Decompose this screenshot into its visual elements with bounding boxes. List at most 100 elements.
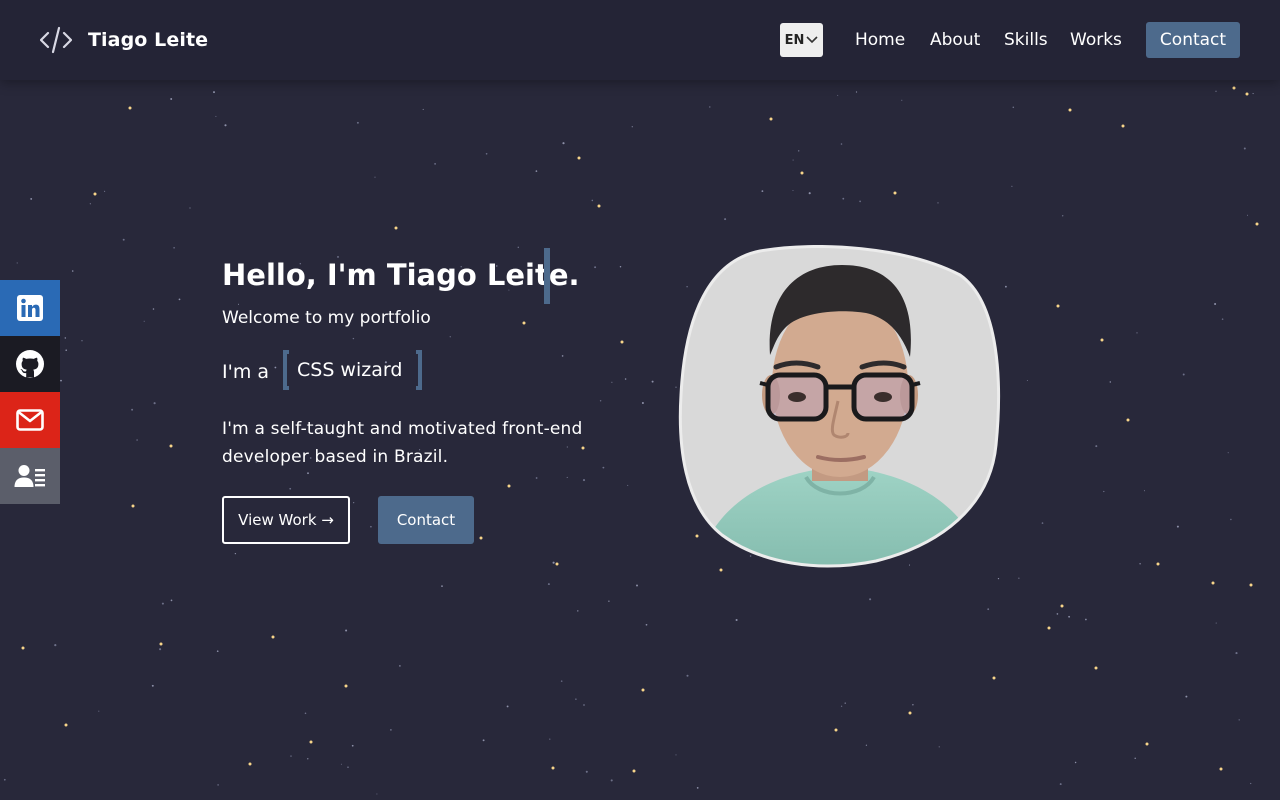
dim-star [1136, 332, 1138, 334]
view-work-button[interactable]: View Work → [222, 496, 350, 544]
dim-star [370, 525, 372, 528]
dim-star [566, 476, 568, 478]
dim-star [289, 487, 292, 490]
dim-star [60, 379, 62, 382]
dim-star [938, 746, 940, 748]
dim-star [1215, 622, 1217, 624]
dim-star [1250, 782, 1252, 785]
linkedin-icon [17, 295, 43, 321]
star [248, 762, 252, 766]
mail-icon [16, 409, 44, 431]
star [1060, 604, 1064, 608]
star [577, 156, 581, 160]
dim-star [619, 265, 622, 268]
dim-star [217, 784, 219, 786]
star [522, 321, 526, 325]
dim-star [535, 170, 538, 172]
star [1145, 742, 1149, 746]
hero-role-prefix: I'm a [222, 361, 270, 383]
email-link[interactable] [0, 392, 60, 448]
dim-star [808, 192, 811, 195]
dim-star [1230, 518, 1232, 521]
hero-contact-button[interactable]: Contact [378, 496, 474, 544]
nav-skills-link[interactable]: Skills [1004, 28, 1048, 52]
dim-star [641, 401, 644, 405]
dim-star [1068, 615, 1071, 618]
nav-home-link[interactable]: Home [855, 28, 905, 52]
star [1100, 338, 1104, 342]
dim-star [352, 337, 355, 340]
dim-star [591, 199, 594, 202]
dim-star [30, 197, 33, 200]
dim-star [131, 408, 134, 411]
dim-star [216, 650, 219, 653]
star [309, 740, 313, 744]
dim-star [608, 600, 610, 602]
nav-contact-button[interactable]: Contact [1146, 22, 1240, 58]
dim-star [65, 349, 67, 351]
dim-star [840, 143, 843, 145]
dim-star [562, 142, 565, 145]
star [769, 117, 773, 121]
hero-description: I'm a self-taught and motivated front-en… [222, 419, 583, 467]
navbar: Tiago Leite EN Home About Skills Works C… [0, 0, 1280, 80]
dim-star [170, 98, 173, 100]
hero-role-text: CSS wizard [297, 359, 403, 381]
star [800, 171, 804, 175]
dim-star [1061, 215, 1064, 217]
dim-star [547, 583, 550, 586]
star [893, 191, 897, 195]
brand-logo[interactable]: Tiago Leite [40, 22, 208, 58]
dim-star [213, 91, 215, 94]
dim-star [399, 665, 401, 667]
star [834, 728, 838, 732]
dim-star [1185, 695, 1188, 698]
dim-star [583, 704, 585, 706]
dim-star [627, 484, 629, 486]
star [1056, 304, 1060, 308]
dim-star [631, 126, 633, 128]
dim-star [792, 159, 794, 161]
dim-star [901, 99, 903, 101]
dim-star [485, 152, 488, 155]
dim-star [136, 439, 138, 441]
dim-star [71, 270, 74, 272]
star [507, 484, 511, 488]
linkedin-link[interactable] [0, 280, 60, 336]
dim-star [1227, 452, 1229, 454]
star [1126, 418, 1130, 422]
dim-star [624, 378, 627, 380]
contact-card-link[interactable] [0, 448, 60, 504]
github-link[interactable] [0, 336, 60, 392]
dim-star [1238, 719, 1240, 721]
dim-star [735, 618, 738, 622]
hero-title: Hello, I'm Tiago Leite. [222, 258, 580, 292]
dim-star [189, 207, 191, 209]
nav-works-link[interactable]: Works [1070, 28, 1122, 52]
dim-star [1243, 147, 1246, 150]
dim-star [1012, 106, 1015, 109]
star [555, 562, 559, 566]
star [344, 684, 348, 688]
dim-star [869, 598, 872, 601]
nav-about-link[interactable]: About [930, 28, 980, 52]
language-select[interactable]: EN [780, 23, 823, 57]
star [159, 642, 163, 646]
dim-star [307, 758, 309, 760]
star [479, 536, 483, 540]
star [271, 635, 275, 639]
dim-star [599, 400, 602, 402]
dim-star [1041, 522, 1044, 524]
dim-star [449, 336, 451, 338]
dim-star [585, 770, 588, 773]
dim-star [1176, 525, 1179, 528]
dim-star [390, 729, 392, 731]
dim-star [582, 479, 586, 482]
star [1255, 222, 1259, 226]
social-sidebar [0, 280, 60, 504]
right-bracket [416, 350, 422, 390]
star [128, 106, 132, 110]
dim-star [1026, 379, 1028, 382]
dim-star [441, 585, 443, 587]
star [394, 226, 398, 230]
